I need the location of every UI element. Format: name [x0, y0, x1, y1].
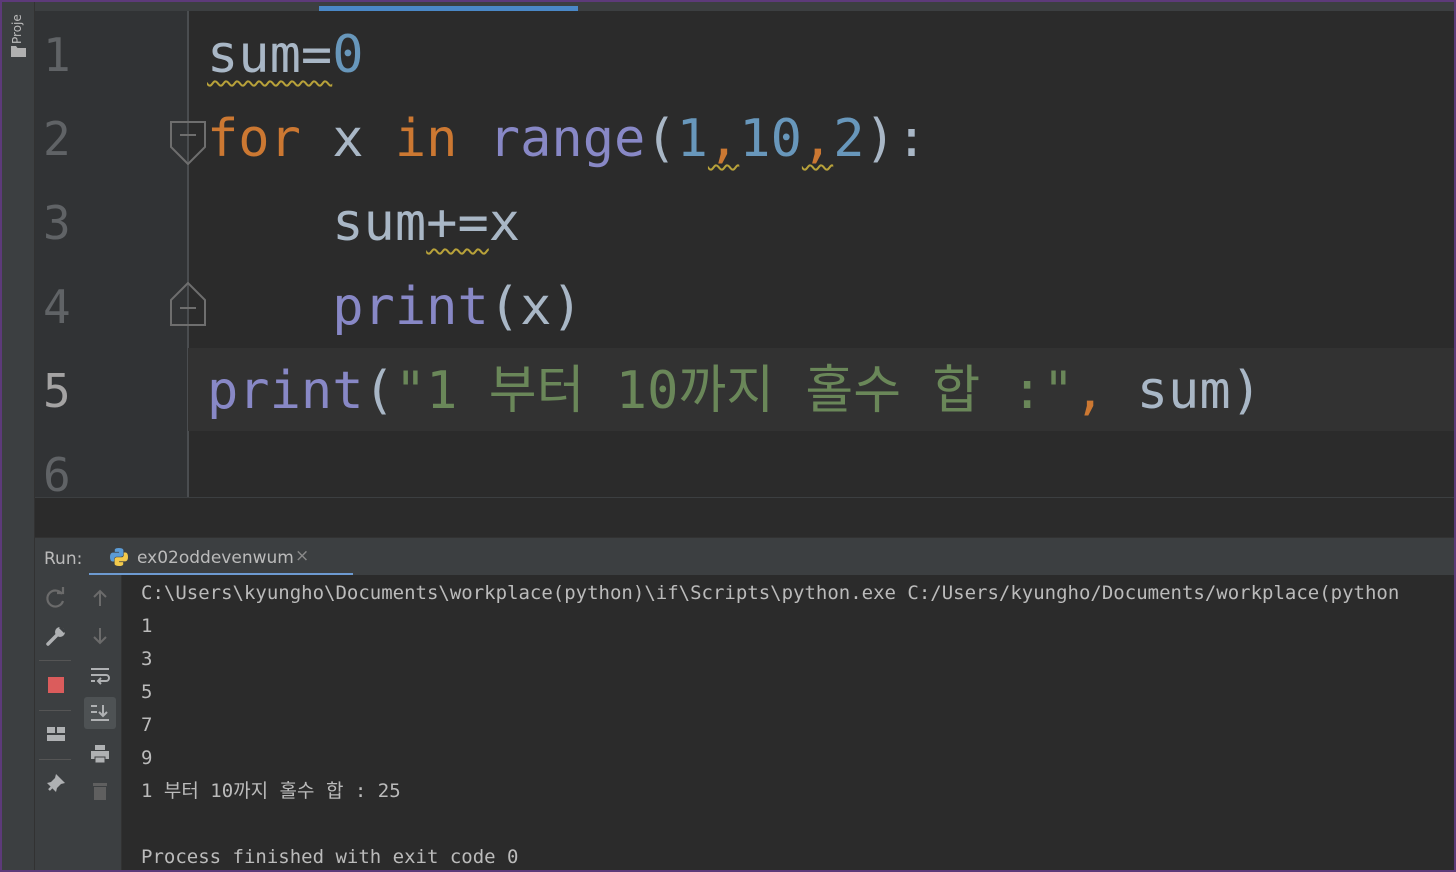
console-line: 1 [141, 615, 153, 637]
line-number: 4 [43, 280, 71, 334]
line-number-current: 5 [43, 364, 71, 418]
run-config-tab[interactable]: ex02oddevenwum × [89, 538, 353, 576]
line-number: 2 [43, 112, 71, 166]
close-tab-icon[interactable]: × [295, 546, 309, 566]
console-sum-line: 1 부터 10까지 홀수 합 : 25 [141, 780, 401, 802]
folder-icon[interactable] [11, 45, 26, 57]
console-output[interactable]: C:\Users\kyungho\Documents\workplace(pyt… [122, 575, 1456, 872]
code-token: print [207, 361, 364, 421]
code-token: (x) [488, 277, 583, 337]
editor-tab-bar [35, 0, 1456, 11]
code-token: , [801, 109, 834, 169]
console-line: 3 [141, 648, 153, 670]
code-token: ): [864, 109, 928, 169]
console-line: 5 [141, 681, 153, 703]
rerun-icon[interactable] [40, 582, 72, 614]
code-line[interactable]: sum=0 [207, 13, 364, 97]
project-tab[interactable]: Proje [10, 4, 30, 44]
code-token: , [1074, 361, 1137, 421]
code-token: print [332, 277, 489, 337]
line-number: 3 [43, 196, 71, 250]
code-token: , [707, 109, 740, 169]
code-editor[interactable]: 1 2 3 4 5 6 sum=0 for x in range(1,10,2)… [35, 11, 1456, 497]
fold-collapse-icon[interactable] [170, 121, 206, 165]
code-line[interactable]: print(x) [207, 265, 583, 349]
scroll-down-icon[interactable] [84, 620, 116, 652]
code-token: x [300, 109, 395, 169]
fold-end-icon[interactable] [170, 282, 206, 326]
run-label: Run: [44, 549, 83, 569]
stop-icon[interactable] [40, 669, 72, 701]
line-number: 1 [43, 28, 71, 82]
code-token: "1 부터 10까지 홀수 합 :" [394, 361, 1075, 421]
line-number: 6 [43, 448, 71, 497]
code-token: += [426, 193, 489, 253]
code-token: 0 [332, 25, 364, 85]
run-panel-header: Run: ex02oddevenwum × [35, 537, 1456, 576]
editor-bottom-area [35, 497, 1456, 538]
soft-wrap-icon[interactable] [84, 660, 116, 692]
run-tab-label: ex02oddevenwum [137, 548, 294, 568]
scroll-up-icon[interactable] [84, 582, 116, 614]
code-token: ( [645, 109, 677, 169]
run-toolbar [35, 575, 122, 872]
project-tool-strip: Proje [0, 0, 35, 872]
code-token: 1 [676, 109, 708, 169]
console-line: 9 [141, 747, 153, 769]
code-line[interactable]: sum+=x [207, 181, 520, 265]
console-command-line: C:\Users\kyungho\Documents\workplace(pyt… [141, 582, 1400, 604]
code-token: 2 [833, 109, 865, 169]
scroll-to-end-icon[interactable] [84, 697, 116, 729]
code-token: for [207, 109, 301, 169]
python-icon [110, 548, 128, 566]
print-icon[interactable] [84, 738, 116, 770]
settings-wrench-icon[interactable] [40, 620, 72, 652]
trash-icon[interactable] [84, 775, 116, 807]
console-exit-line: Process finished with exit code 0 [141, 846, 519, 868]
code-line[interactable]: for x in range(1,10,2): [207, 97, 927, 181]
console-line: 7 [141, 714, 153, 736]
code-token: sum [332, 193, 427, 253]
code-line[interactable]: print("1 부터 10까지 홀수 합 :", sum) [207, 349, 1262, 433]
code-token: ( [363, 361, 395, 421]
code-token: sum= [207, 25, 333, 85]
code-token: x [488, 193, 521, 253]
layout-icon[interactable] [40, 718, 72, 750]
code-token: in [394, 109, 458, 169]
code-token: range [488, 109, 646, 169]
pin-icon[interactable] [40, 767, 72, 799]
line-gutter: 1 2 3 4 5 6 [35, 11, 187, 497]
code-token: 10 [739, 109, 802, 169]
code-token: sum) [1136, 361, 1262, 421]
